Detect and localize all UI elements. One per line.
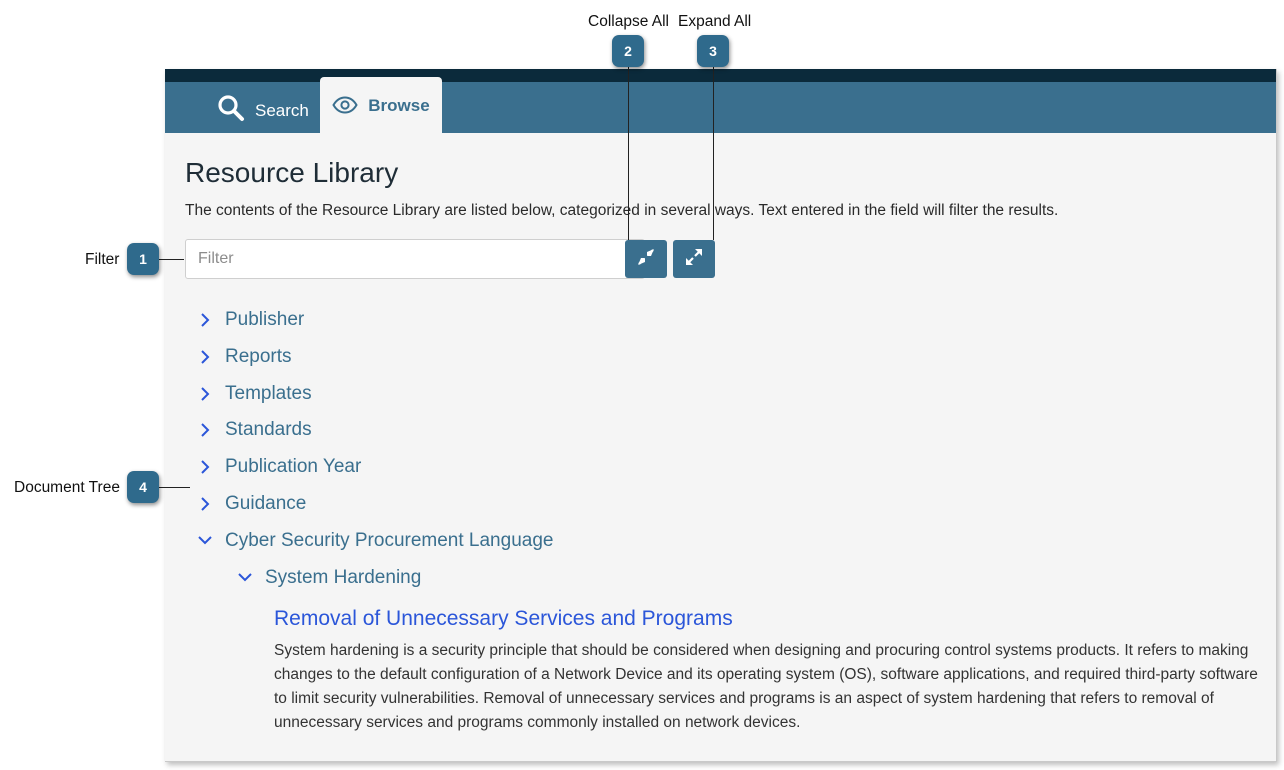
tree-item-publisher[interactable]: Publisher xyxy=(195,309,304,331)
chevron-right-icon xyxy=(201,423,210,437)
chevron-right-icon xyxy=(201,460,210,474)
tree-item-publication-year[interactable]: Publication Year xyxy=(195,456,361,478)
callout-badge-3: 3 xyxy=(697,35,729,67)
filter-input[interactable] xyxy=(185,239,645,279)
tab-browse-label: Browse xyxy=(368,96,430,115)
callout-label-expand-all: Expand All xyxy=(678,13,752,30)
tree-item-label: Guidance xyxy=(225,493,307,514)
chevron-down-icon xyxy=(198,536,212,545)
chevron-down-icon xyxy=(238,573,252,582)
tab-browse[interactable]: Browse xyxy=(320,77,442,133)
collapse-all-button[interactable] xyxy=(625,240,667,278)
search-icon xyxy=(217,94,245,122)
tree-item-label: Cyber Security Procurement Language xyxy=(225,530,554,551)
tree-item-cyber-security-procurement-language[interactable]: Cyber Security Procurement Language xyxy=(195,530,553,552)
callout-label-filter: Filter xyxy=(85,251,120,268)
chevron-right-icon xyxy=(201,497,210,511)
leader-line-filter xyxy=(159,259,184,260)
tree-item-standards[interactable]: Standards xyxy=(195,419,312,441)
page-description: The contents of the Resource Library are… xyxy=(185,202,1059,219)
resource-library-window: Search Browse Resource Library The conte… xyxy=(165,69,1277,762)
collapse-arrows-icon xyxy=(637,248,655,271)
tab-bar: Search Browse xyxy=(165,77,1276,133)
tree-item-label: System Hardening xyxy=(265,567,422,588)
callout-badge-2: 2 xyxy=(612,35,644,67)
eye-icon xyxy=(332,96,358,114)
leader-line-collapse-all xyxy=(628,66,629,240)
tree-item-reports[interactable]: Reports xyxy=(195,346,292,368)
chevron-right-icon xyxy=(201,350,210,364)
chevron-right-icon xyxy=(201,313,210,327)
expand-all-button[interactable] xyxy=(673,240,715,278)
callout-badge-1: 1 xyxy=(127,243,159,275)
leader-line-expand-all xyxy=(713,66,714,240)
document-link[interactable]: Removal of Unnecessary Services and Prog… xyxy=(274,607,733,631)
callout-label-document-tree: Document Tree xyxy=(14,479,120,496)
tree-item-label: Publication Year xyxy=(225,456,362,477)
chevron-right-icon xyxy=(201,387,210,401)
tree-item-label: Templates xyxy=(225,383,312,404)
callout-badge-4: 4 xyxy=(127,471,159,503)
page-title: Resource Library xyxy=(185,157,399,188)
tab-search-label: Search xyxy=(255,100,309,120)
tree-item-label: Reports xyxy=(225,346,292,367)
annotated-screenshot: Collapse All Expand All Filter Document … xyxy=(0,0,1284,770)
leader-line-document-tree xyxy=(159,487,190,488)
tree-item-label: Publisher xyxy=(225,309,305,330)
document-summary: System hardening is a security principle… xyxy=(274,642,1258,731)
expand-arrows-icon xyxy=(685,248,703,271)
callout-label-collapse-all: Collapse All xyxy=(588,13,669,30)
tree-item-guidance[interactable]: Guidance xyxy=(195,493,306,515)
tree-item-system-hardening[interactable]: System Hardening xyxy=(235,567,421,589)
tree-item-templates[interactable]: Templates xyxy=(195,383,312,405)
tree-item-label: Standards xyxy=(225,419,312,440)
tab-search[interactable]: Search xyxy=(217,82,309,133)
